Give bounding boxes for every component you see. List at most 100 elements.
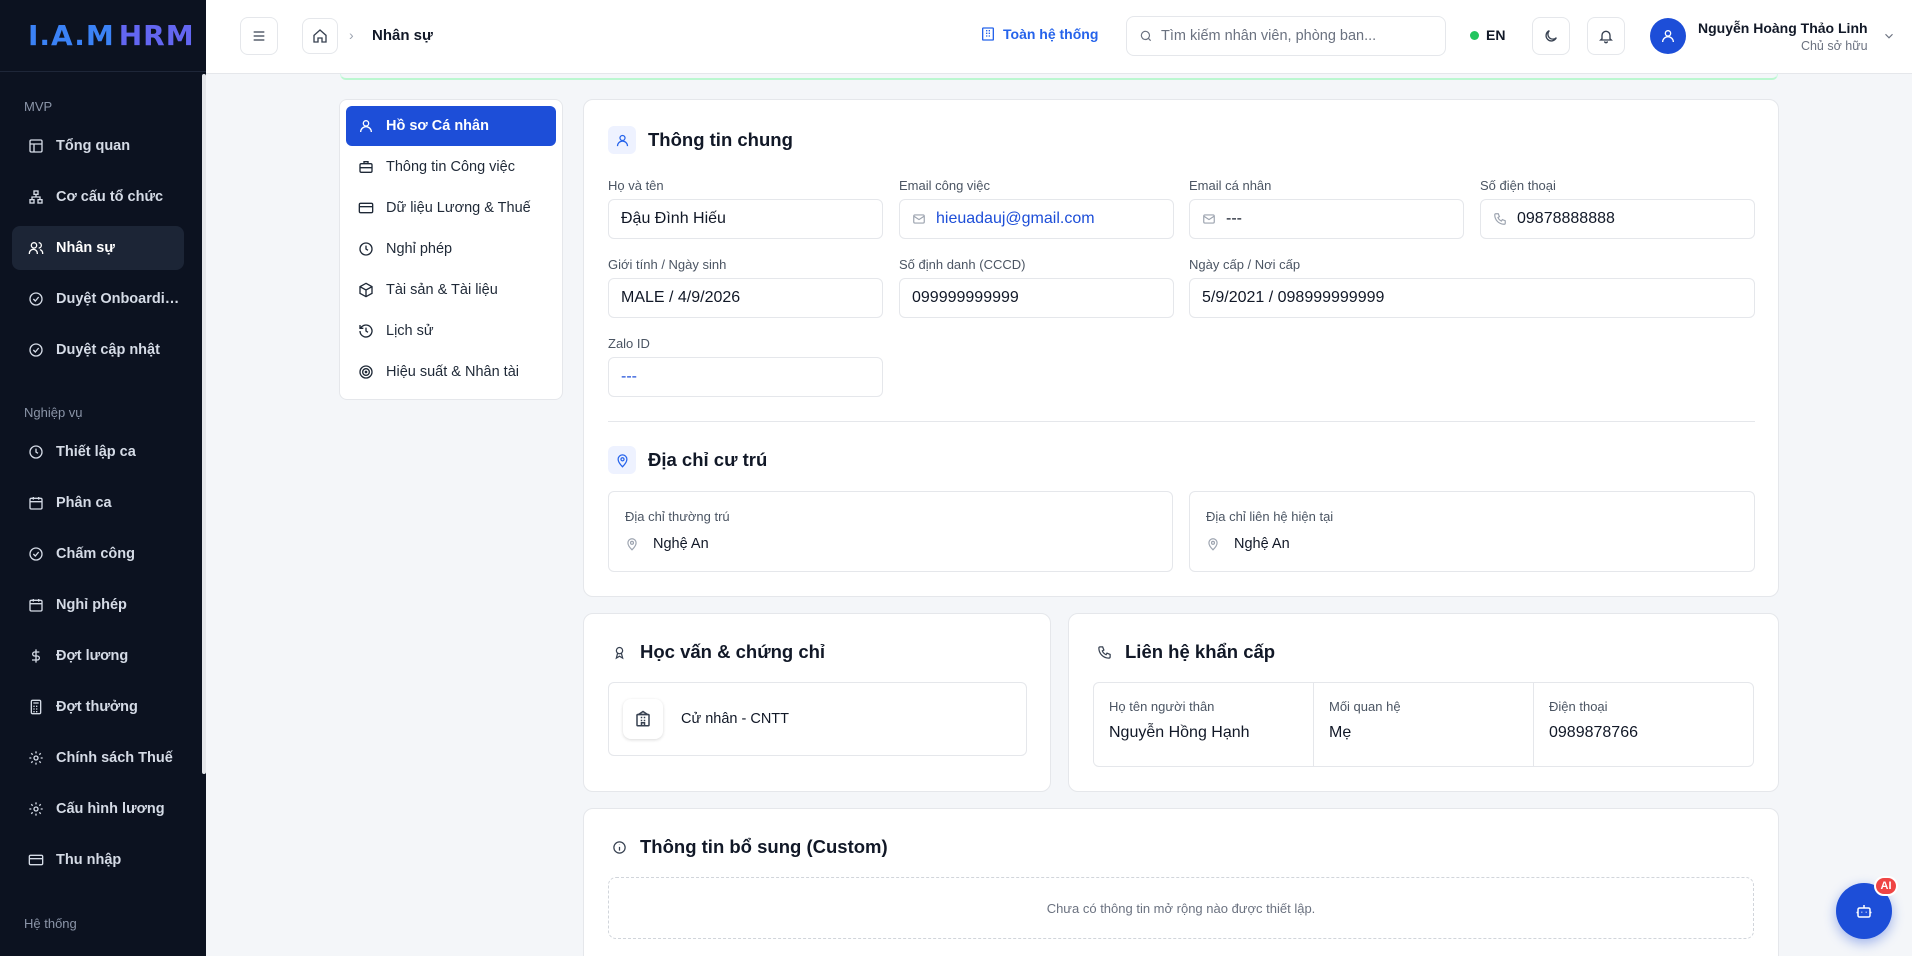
users-icon bbox=[28, 240, 44, 256]
info-icon bbox=[608, 833, 630, 861]
notifications-button[interactable] bbox=[1587, 17, 1625, 55]
tab-performance[interactable]: Hiệu suất & Nhân tài bbox=[346, 352, 556, 392]
check-circle-icon bbox=[28, 291, 44, 307]
global-search[interactable] bbox=[1126, 16, 1446, 56]
user-menu[interactable]: Nguyễn Hoàng Thảo Linh Chủ sở hữu bbox=[1650, 18, 1896, 54]
avatar bbox=[1650, 18, 1686, 54]
sidebar-group-operations: Nghiệp vụ bbox=[24, 405, 83, 420]
section-divider bbox=[608, 421, 1755, 422]
menu-toggle-button[interactable] bbox=[240, 17, 278, 55]
check-circle-icon bbox=[28, 342, 44, 358]
award-icon bbox=[608, 638, 630, 666]
sidebar-item-overview[interactable]: Tổng quan bbox=[12, 124, 184, 168]
phone-field[interactable]: 09878888888 bbox=[1480, 199, 1755, 239]
bell-icon bbox=[1598, 28, 1614, 44]
emergency-contact-grid: Họ tên người thân Nguyễn Hồng Hạnh Mối q… bbox=[1093, 682, 1754, 767]
sidebar-group-mvp: MVP bbox=[24, 99, 53, 114]
emergency-phone[interactable]: Điện thoại 0989878766 bbox=[1534, 683, 1753, 766]
education-title: Học vấn & chứng chỉ bbox=[608, 638, 825, 666]
issue-date-place-field[interactable]: 5/9/2021 / 098999999999 bbox=[1189, 278, 1755, 318]
tab-leave[interactable]: Nghỉ phép bbox=[346, 229, 556, 269]
tab-assets-documents[interactable]: Tài sản & Tài liệu bbox=[346, 270, 556, 310]
zalo-field[interactable]: --- bbox=[608, 357, 883, 397]
sidebar-item-update-approval[interactable]: Duyệt cập nhật bbox=[12, 328, 184, 372]
gear-icon bbox=[28, 750, 44, 766]
hierarchy-icon bbox=[28, 189, 44, 205]
sidebar-item-org-structure[interactable]: Cơ cấu tổ chức bbox=[12, 175, 184, 219]
education-card: Học vấn & chứng chỉ Cử nhân - CNTT bbox=[583, 613, 1051, 792]
profile-tabs: Hồ sơ Cá nhân Thông tin Công việc Dữ liệ… bbox=[339, 99, 563, 400]
permanent-address[interactable]: Địa chỉ thường trú Nghệ An bbox=[608, 491, 1173, 572]
user-icon bbox=[358, 118, 374, 134]
sidebar-group-system: Hệ thống bbox=[24, 916, 77, 931]
app-logo[interactable]: I.A.M HRM bbox=[0, 0, 206, 72]
tab-personal-profile[interactable]: Hồ sơ Cá nhân bbox=[346, 106, 556, 146]
menu-icon bbox=[251, 28, 267, 44]
gender-dob-field[interactable]: MALE / 4/9/2026 bbox=[608, 278, 883, 318]
phone-label: Số điện thoại bbox=[1480, 178, 1556, 193]
gender-dob-label: Giới tính / Ngày sinh bbox=[608, 257, 727, 272]
tab-job-info[interactable]: Thông tin Công việc bbox=[346, 147, 556, 187]
current-address-label: Địa chỉ liên hệ hiện tại bbox=[1206, 509, 1334, 524]
user-name: Nguyễn Hoàng Thảo Linh bbox=[1698, 19, 1868, 36]
online-status-dot bbox=[1470, 30, 1479, 40]
language-label: EN bbox=[1486, 27, 1506, 43]
user-icon bbox=[1660, 28, 1676, 44]
calendar-icon bbox=[28, 495, 44, 511]
clock-icon bbox=[358, 241, 374, 257]
phone-icon bbox=[1493, 212, 1517, 226]
check-circle-icon bbox=[28, 546, 44, 562]
home-button[interactable] bbox=[302, 18, 338, 54]
map-pin-icon bbox=[625, 537, 653, 551]
sidebar-item-shift-assign[interactable]: Phân ca bbox=[12, 481, 184, 525]
sidebar-item-payroll[interactable]: Đợt lương bbox=[12, 634, 184, 678]
breadcrumb-current[interactable]: Nhân sự bbox=[372, 27, 433, 44]
logo-main: I.A.M bbox=[28, 19, 115, 52]
bot-icon bbox=[1855, 902, 1873, 920]
breadcrumb-separator-icon: › bbox=[349, 27, 354, 43]
sidebar: I.A.M HRM MVP Nghiệp vụ Hệ thống Tổng qua… bbox=[0, 0, 206, 956]
emergency-contact-card: Liên hệ khẩn cấp Họ tên người thân Nguyễ… bbox=[1068, 613, 1779, 792]
sidebar-item-leave[interactable]: Nghỉ phép bbox=[12, 583, 184, 627]
calendar-icon bbox=[28, 597, 44, 613]
custom-info-empty-state: Chưa có thông tin mở rộng nào được thiết… bbox=[608, 877, 1754, 939]
building-icon bbox=[980, 26, 1003, 42]
top-header: › Nhân sự Toàn hệ thống EN Nguyễn Hoàng … bbox=[206, 0, 1912, 74]
id-number-label: Số định danh (CCCD) bbox=[899, 257, 1026, 272]
target-icon bbox=[358, 364, 374, 380]
current-address[interactable]: Địa chỉ liên hệ hiện tại Nghệ An bbox=[1189, 491, 1755, 572]
sidebar-item-tax-policy[interactable]: Chính sách Thuế bbox=[12, 736, 184, 780]
language-switcher[interactable]: EN bbox=[1470, 27, 1505, 43]
sidebar-scrollbar[interactable] bbox=[202, 74, 206, 774]
tab-salary-tax[interactable]: Dữ liệu Lương & Thuế bbox=[346, 188, 556, 228]
current-address-value: Nghệ An bbox=[1234, 536, 1290, 552]
sidebar-item-income[interactable]: Thu nhập bbox=[12, 838, 184, 882]
calculator-icon bbox=[28, 699, 44, 715]
sidebar-item-shift-setup[interactable]: Thiết lập ca bbox=[12, 430, 184, 474]
sidebar-item-employees[interactable]: Nhân sự bbox=[12, 226, 184, 270]
personal-email-field[interactable]: --- bbox=[1189, 199, 1464, 239]
sidebar-item-attendance[interactable]: Chấm công bbox=[12, 532, 184, 576]
gear-icon bbox=[28, 801, 44, 817]
user-icon bbox=[608, 126, 636, 154]
emergency-name[interactable]: Họ tên người thân Nguyễn Hồng Hạnh bbox=[1094, 683, 1314, 766]
dollar-icon bbox=[28, 648, 44, 664]
full-name-field[interactable]: Đậu Đình Hiếu bbox=[608, 199, 883, 239]
scope-selector[interactable]: Toàn hệ thống bbox=[980, 26, 1098, 42]
permanent-address-value: Nghệ An bbox=[653, 536, 709, 552]
id-number-field[interactable]: 099999999999 bbox=[899, 278, 1174, 318]
search-input[interactable] bbox=[1161, 28, 1441, 44]
work-email-field[interactable]: hieuadauj@gmail.com bbox=[899, 199, 1174, 239]
chevron-down-icon bbox=[1882, 29, 1896, 43]
phone-icon bbox=[1093, 638, 1115, 666]
sidebar-item-bonus[interactable]: Đợt thưởng bbox=[12, 685, 184, 729]
tab-history[interactable]: Lịch sử bbox=[346, 311, 556, 351]
education-item[interactable]: Cử nhân - CNTT bbox=[608, 682, 1027, 756]
theme-toggle-button[interactable] bbox=[1532, 17, 1570, 55]
mail-icon bbox=[1202, 212, 1226, 226]
sidebar-item-salary-config[interactable]: Cấu hình lương bbox=[12, 787, 184, 831]
ai-badge: AI bbox=[1874, 876, 1898, 896]
page-banner-edge bbox=[340, 74, 1778, 80]
emergency-relation[interactable]: Mối quan hệ Mẹ bbox=[1314, 683, 1534, 766]
sidebar-item-onboarding-approval[interactable]: Duyệt Onboarding bbox=[12, 277, 184, 321]
